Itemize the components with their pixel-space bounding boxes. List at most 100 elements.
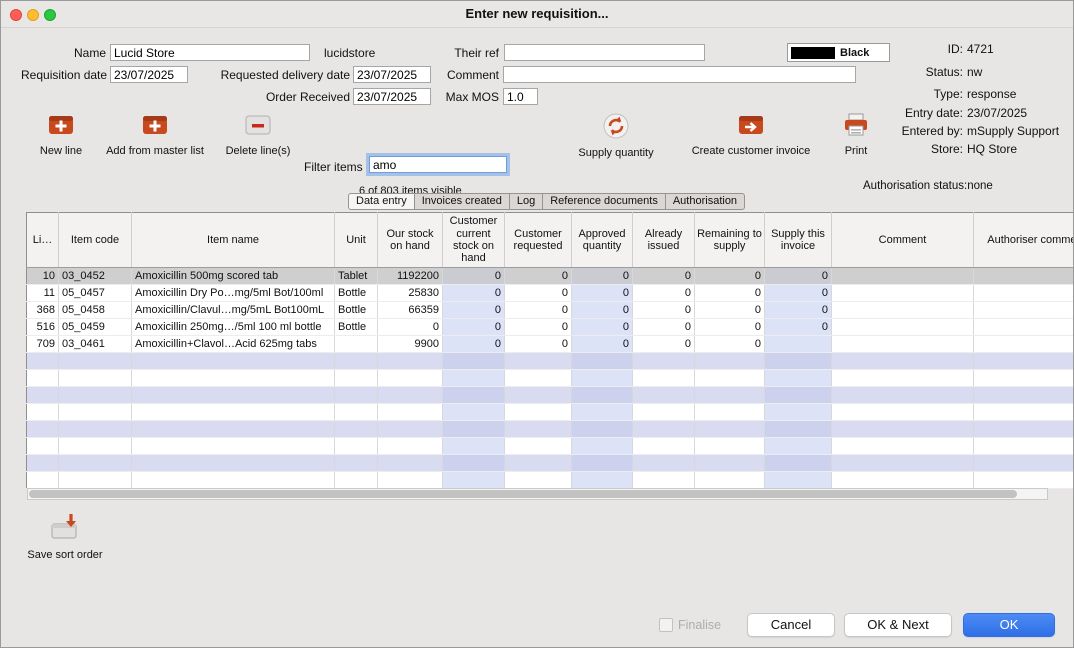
cell[interactable]: 709 <box>27 336 59 353</box>
cell[interactable]: Amoxicillin 250mg…/5ml 100 ml bottle <box>132 319 335 336</box>
cell[interactable]: Bottle <box>335 302 378 319</box>
column-header[interactable]: Supply this invoice <box>765 213 832 268</box>
requisition-date-input[interactable] <box>110 66 188 83</box>
cell[interactable]: Amoxicillin/Clavul…mg/5mL Bot100mL <box>132 302 335 319</box>
table-row[interactable]: 1003_0452Amoxicillin 500mg scored tabTab… <box>27 268 1074 285</box>
cell[interactable]: 05_0459 <box>59 319 132 336</box>
cell[interactable]: 0 <box>765 319 832 336</box>
column-header[interactable]: Authoriser comment <box>974 213 1074 268</box>
column-header[interactable]: Already issued <box>633 213 695 268</box>
cell[interactable]: 9900 <box>378 336 443 353</box>
filter-items-input[interactable] <box>369 156 507 173</box>
cell[interactable]: 0 <box>633 285 695 302</box>
cell[interactable]: 0 <box>505 336 572 353</box>
table-row-empty[interactable] <box>27 370 1074 387</box>
cell[interactable] <box>765 336 832 353</box>
cell[interactable]: 0 <box>633 268 695 285</box>
tab-authorisation[interactable]: Authorisation <box>665 193 745 210</box>
cell[interactable]: 0 <box>443 336 505 353</box>
cell[interactable]: 11 <box>27 285 59 302</box>
cell[interactable]: 0 <box>765 268 832 285</box>
column-header[interactable]: Item code <box>59 213 132 268</box>
comment-input[interactable] <box>503 66 856 83</box>
cell[interactable]: Bottle <box>335 319 378 336</box>
cell[interactable]: 0 <box>695 268 765 285</box>
column-header[interactable]: Li… <box>27 213 59 268</box>
horizontal-scrollbar[interactable] <box>27 488 1048 500</box>
cell[interactable]: Bottle <box>335 285 378 302</box>
cell[interactable]: 0 <box>695 336 765 353</box>
cell[interactable]: 0 <box>695 319 765 336</box>
table-row-empty[interactable] <box>27 404 1074 421</box>
cell[interactable]: 0 <box>572 268 633 285</box>
cell[interactable]: Tablet <box>335 268 378 285</box>
tab-data-entry[interactable]: Data entry <box>348 193 415 210</box>
cell[interactable]: 25830 <box>378 285 443 302</box>
cell[interactable]: 05_0457 <box>59 285 132 302</box>
cell[interactable]: 0 <box>572 336 633 353</box>
cell[interactable]: 0 <box>443 268 505 285</box>
delete-lines-button[interactable]: Delete line(s) <box>213 113 303 165</box>
new-line-button[interactable]: New line <box>29 113 93 165</box>
cell[interactable]: 03_0452 <box>59 268 132 285</box>
cell[interactable]: 0 <box>505 285 572 302</box>
max-mos-input[interactable] <box>503 88 538 105</box>
column-header[interactable]: Customer requested <box>505 213 572 268</box>
cell[interactable] <box>832 302 974 319</box>
cell[interactable]: 0 <box>572 285 633 302</box>
column-header[interactable]: Unit <box>335 213 378 268</box>
save-sort-order-button[interactable]: Save sort order <box>23 513 107 561</box>
cell[interactable]: 03_0461 <box>59 336 132 353</box>
table-row-empty[interactable] <box>27 421 1074 438</box>
table-row[interactable]: 70903_0461Amoxicillin+Clavol…Acid 625mg … <box>27 336 1074 353</box>
cell[interactable]: 66359 <box>378 302 443 319</box>
tab-log[interactable]: Log <box>509 193 543 210</box>
cell[interactable] <box>974 285 1074 302</box>
supply-quantity-button[interactable]: Supply quantity <box>566 113 666 165</box>
cell[interactable]: 516 <box>27 319 59 336</box>
cell[interactable]: 0 <box>443 285 505 302</box>
cancel-button[interactable]: Cancel <box>747 613 835 637</box>
cell[interactable] <box>974 302 1074 319</box>
cell[interactable] <box>832 319 974 336</box>
create-customer-invoice-button[interactable]: Create customer invoice <box>687 113 815 165</box>
their-ref-input[interactable] <box>504 44 705 61</box>
cell[interactable]: 0 <box>633 336 695 353</box>
table-row[interactable]: 1105_0457Amoxicillin Dry Po…mg/5ml Bot/1… <box>27 285 1074 302</box>
cell[interactable] <box>832 268 974 285</box>
order-received-input[interactable] <box>353 88 431 105</box>
column-header[interactable]: Customer current stock on hand <box>443 213 505 268</box>
requested-delivery-date-input[interactable] <box>353 66 431 83</box>
cell[interactable]: 05_0458 <box>59 302 132 319</box>
cell[interactable]: 0 <box>443 319 505 336</box>
table-row[interactable]: 51605_0459Amoxicillin 250mg…/5ml 100 ml … <box>27 319 1074 336</box>
column-header[interactable]: Remaining to supply <box>695 213 765 268</box>
colour-select[interactable]: Black <box>787 43 890 62</box>
column-header[interactable]: Our stock on hand <box>378 213 443 268</box>
scrollbar-thumb[interactable] <box>29 490 1017 498</box>
table-row-empty[interactable] <box>27 472 1074 489</box>
table-row[interactable]: 36805_0458Amoxicillin/Clavul…mg/5mL Bot1… <box>27 302 1074 319</box>
cell[interactable]: 0 <box>505 319 572 336</box>
cell[interactable]: 368 <box>27 302 59 319</box>
cell[interactable]: 0 <box>765 302 832 319</box>
cell[interactable]: 0 <box>633 319 695 336</box>
cell[interactable] <box>974 319 1074 336</box>
cell[interactable] <box>335 336 378 353</box>
cell[interactable]: 0 <box>378 319 443 336</box>
cell[interactable] <box>974 268 1074 285</box>
cell[interactable]: 0 <box>572 302 633 319</box>
cell[interactable] <box>832 285 974 302</box>
cell[interactable]: 10 <box>27 268 59 285</box>
cell[interactable]: 0 <box>572 319 633 336</box>
add-from-master-list-button[interactable]: Add from master list <box>99 113 211 165</box>
cell[interactable]: 0 <box>633 302 695 319</box>
cell[interactable]: 0 <box>505 268 572 285</box>
cell[interactable]: Amoxicillin+Clavol…Acid 625mg tabs <box>132 336 335 353</box>
finalise-checkbox[interactable] <box>659 618 673 632</box>
column-header[interactable]: Item name <box>132 213 335 268</box>
table-row-empty[interactable] <box>27 353 1074 370</box>
tab-invoices-created[interactable]: Invoices created <box>414 193 510 210</box>
column-header[interactable]: Approved quantity <box>572 213 633 268</box>
column-header[interactable]: Comment <box>832 213 974 268</box>
